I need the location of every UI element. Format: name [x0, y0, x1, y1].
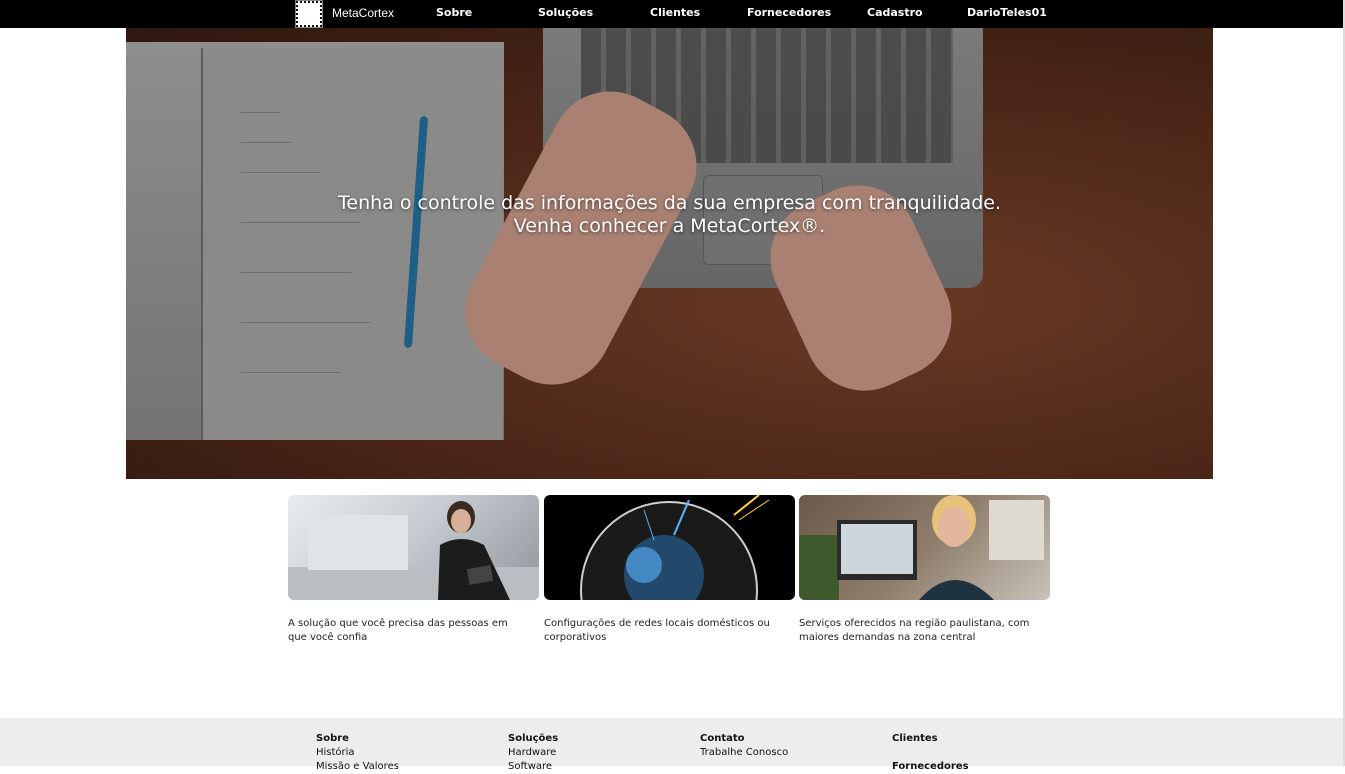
- hero-banner: Tenha o controle das informações da sua …: [126, 28, 1213, 479]
- footer-heading-clientes[interactable]: Clientes: [892, 732, 969, 746]
- woman-with-tablet-photo: [288, 501, 539, 600]
- brand-name[interactable]: MetaCortex: [332, 6, 394, 20]
- footer-column-sobre: Sobre História Missão e Valores: [316, 732, 399, 774]
- card-text-network: Configurações de redes locais domésticos…: [544, 618, 770, 643]
- top-navbar: MetaCortex Sobre Soluções Clientes Forne…: [0, 0, 1345, 28]
- nav-solucoes[interactable]: Soluções: [538, 6, 593, 19]
- card-image-network[interactable]: [544, 495, 795, 600]
- footer-link-missao[interactable]: Missão e Valores: [316, 760, 399, 774]
- footer-spacer: [892, 746, 969, 760]
- hero-headline: Tenha o controle das informações da sua …: [126, 192, 1213, 238]
- footer-column-clientes: Clientes Fornecedores: [892, 732, 969, 774]
- nav-user-account[interactable]: DarioTeles01: [967, 6, 1047, 19]
- footer-heading-contato: Contato: [700, 733, 745, 744]
- card-image-support[interactable]: [799, 495, 1050, 600]
- footer-link-hardware[interactable]: Hardware: [508, 746, 558, 760]
- footer-link-trabalhe-conosco[interactable]: Trabalhe Conosco: [700, 746, 788, 760]
- footer-heading-sobre: Sobre: [316, 733, 349, 744]
- woman-at-computer-photo: [799, 495, 1044, 600]
- card-text-tablet: A solução que você precisa das pessoas e…: [288, 618, 508, 643]
- card-text-support: Serviços oferecidos na região paulistana…: [799, 618, 1030, 643]
- nav-fornecedores[interactable]: Fornecedores: [747, 6, 831, 19]
- logo-icon[interactable]: [295, 0, 323, 28]
- footer-column-solucoes: Soluções Hardware Software: [508, 732, 558, 774]
- hero-headline-line-2: Venha conhecer a MetaCortex®.: [513, 215, 826, 237]
- nav-clientes[interactable]: Clientes: [650, 6, 700, 19]
- footer-heading-fornecedores[interactable]: Fornecedores: [892, 760, 969, 774]
- notebook-illustration: [126, 42, 504, 440]
- hero-headline-line-1: Tenha o controle das informações da sua …: [338, 192, 1001, 214]
- footer-link-software[interactable]: Software: [508, 760, 558, 774]
- footer: Sobre História Missão e Valores Soluções…: [0, 718, 1345, 772]
- globe-network-photo: [580, 495, 770, 600]
- card-image-tablet[interactable]: [288, 495, 539, 600]
- footer-column-contato: Contato Trabalhe Conosco: [700, 732, 788, 760]
- nav-sobre[interactable]: Sobre: [436, 6, 472, 19]
- footer-link-historia[interactable]: História: [316, 746, 399, 760]
- nav-cadastro[interactable]: Cadastro: [867, 6, 923, 19]
- footer-heading-solucoes: Soluções: [508, 733, 559, 744]
